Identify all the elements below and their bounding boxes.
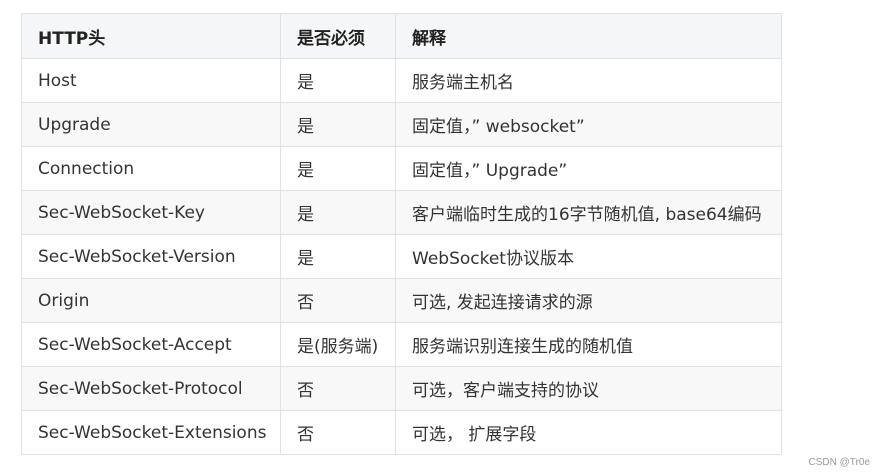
cell-explanation: 固定值，” Upgrade” bbox=[395, 146, 782, 191]
http-headers-table: HTTP头 是否必须 解释 Host 是 服务端主机名 Upgrade 是 固定… bbox=[21, 13, 782, 455]
table-row: Host 是 服务端主机名 bbox=[21, 58, 782, 103]
table-row: Sec-WebSocket-Key 是 客户端临时生成的16字节随机值, bas… bbox=[21, 190, 782, 235]
cell-header-name: Sec-WebSocket-Extensions bbox=[21, 410, 281, 455]
table-row: Connection 是 固定值，” Upgrade” bbox=[21, 146, 782, 191]
cell-header-name: Connection bbox=[21, 146, 281, 191]
cell-header-name: Host bbox=[21, 58, 281, 103]
cell-header-name: Sec-WebSocket-Key bbox=[21, 190, 281, 235]
table-row: Sec-WebSocket-Extensions 否 可选， 扩展字段 bbox=[21, 410, 782, 455]
cell-required: 是(服务端) bbox=[280, 322, 396, 367]
http-headers-table-container: HTTP头 是否必须 解释 Host 是 服务端主机名 Upgrade 是 固定… bbox=[21, 13, 782, 455]
csdn-watermark: CSDN @Tr0e bbox=[808, 457, 870, 468]
table-row: Sec-WebSocket-Accept 是(服务端) 服务端识别连接生成的随机… bbox=[21, 322, 782, 367]
header-http-header: HTTP头 bbox=[21, 13, 281, 59]
table-header: HTTP头 是否必须 解释 bbox=[21, 13, 782, 59]
cell-required: 是 bbox=[280, 234, 396, 279]
table-body: Host 是 服务端主机名 Upgrade 是 固定值，” websocket”… bbox=[21, 58, 782, 455]
cell-explanation: 客户端临时生成的16字节随机值, base64编码 bbox=[395, 190, 782, 235]
table-row: Origin 否 可选, 发起连接请求的源 bbox=[21, 278, 782, 323]
table-row: Sec-WebSocket-Version 是 WebSocket协议版本 bbox=[21, 234, 782, 279]
cell-required: 是 bbox=[280, 146, 396, 191]
cell-header-name: Sec-WebSocket-Version bbox=[21, 234, 281, 279]
cell-required: 是 bbox=[280, 190, 396, 235]
cell-header-name: Origin bbox=[21, 278, 281, 323]
table-row: Upgrade 是 固定值，” websocket” bbox=[21, 102, 782, 147]
cell-header-name: Upgrade bbox=[21, 102, 281, 147]
cell-explanation: 可选， 扩展字段 bbox=[395, 410, 782, 455]
cell-explanation: 可选, 发起连接请求的源 bbox=[395, 278, 782, 323]
cell-header-name: Sec-WebSocket-Accept bbox=[21, 322, 281, 367]
cell-explanation: 服务端主机名 bbox=[395, 58, 782, 103]
cell-required: 否 bbox=[280, 278, 396, 323]
cell-explanation: 可选，客户端支持的协议 bbox=[395, 366, 782, 411]
header-required: 是否必须 bbox=[280, 13, 396, 59]
cell-required: 否 bbox=[280, 366, 396, 411]
cell-required: 是 bbox=[280, 58, 396, 103]
cell-header-name: Sec-WebSocket-Protocol bbox=[21, 366, 281, 411]
cell-explanation: WebSocket协议版本 bbox=[395, 234, 782, 279]
cell-required: 否 bbox=[280, 410, 396, 455]
cell-explanation: 固定值，” websocket” bbox=[395, 102, 782, 147]
cell-explanation: 服务端识别连接生成的随机值 bbox=[395, 322, 782, 367]
table-row: Sec-WebSocket-Protocol 否 可选，客户端支持的协议 bbox=[21, 366, 782, 411]
header-row: HTTP头 是否必须 解释 bbox=[21, 13, 782, 59]
cell-required: 是 bbox=[280, 102, 396, 147]
header-explanation: 解释 bbox=[395, 13, 782, 59]
